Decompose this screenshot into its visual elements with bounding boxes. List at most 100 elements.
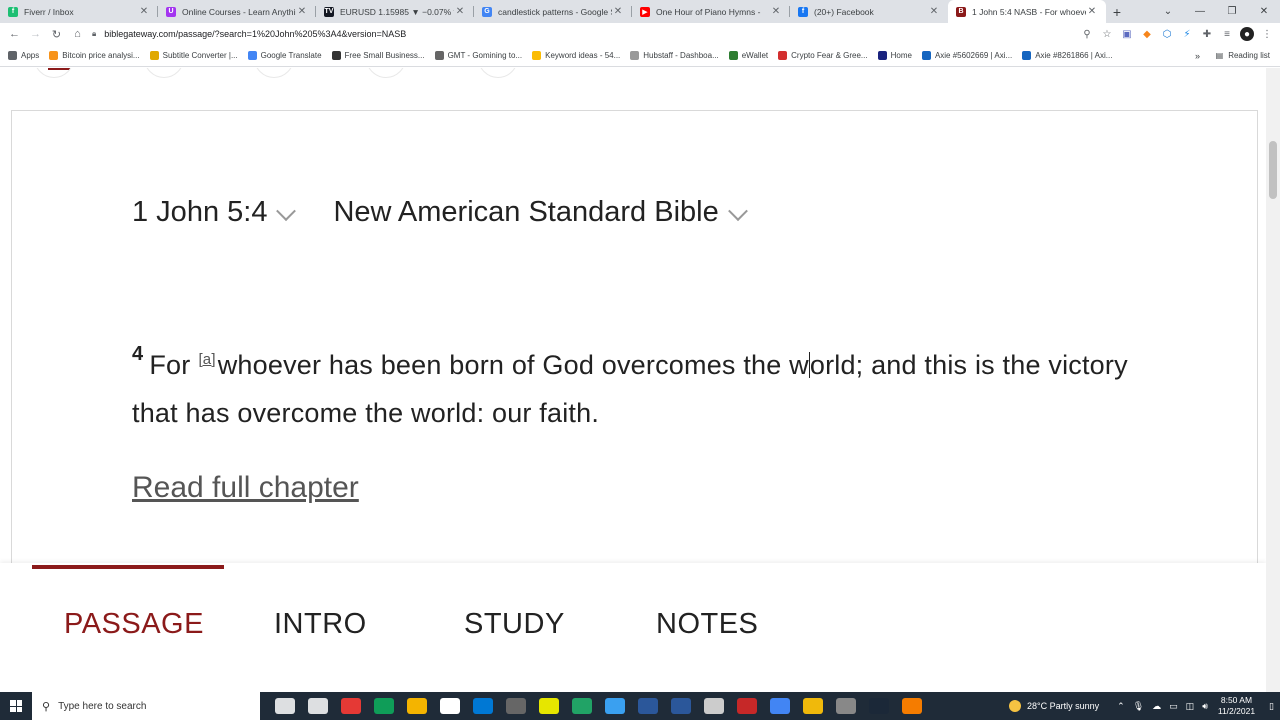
- scrollbar-thumb[interactable]: [1269, 141, 1277, 199]
- version-dropdown[interactable]: New American Standard Bible: [333, 196, 748, 229]
- taskbar-app-icon[interactable]: [472, 698, 493, 714]
- close-tab-icon[interactable]: ✕: [1086, 6, 1098, 17]
- reading-list-button[interactable]: ▤ Reading list: [1216, 51, 1270, 60]
- bookmark-item[interactable]: eWallet: [728, 51, 768, 60]
- nav-circle[interactable]: [144, 68, 184, 78]
- taskbar-app-icon[interactable]: [670, 698, 691, 714]
- taskbar-app-icon[interactable]: [505, 698, 526, 714]
- taskbar-app-icon[interactable]: [274, 698, 295, 714]
- close-tab-icon[interactable]: ✕: [770, 6, 782, 17]
- battery-icon[interactable]: ▭: [1169, 701, 1178, 712]
- bookmark-item[interactable]: Apps: [8, 51, 39, 60]
- browser-tab[interactable]: Gcandlestick patterns - Google Se ✕: [474, 0, 632, 23]
- taskbar-app-icon[interactable]: [835, 698, 856, 714]
- browser-tab[interactable]: TV EURUSD 1.15985 ▼ −0.07% fibo✕: [316, 0, 474, 23]
- lock-icon[interactable]: 🔒︎: [92, 29, 96, 39]
- taskbar-app-icon[interactable]: [802, 698, 823, 714]
- taskbar-app-icon[interactable]: [538, 698, 559, 714]
- puzzle-icon[interactable]: ✚: [1200, 27, 1214, 41]
- menu-icon[interactable]: ⋮: [1260, 27, 1274, 41]
- taskbar-app-icon[interactable]: [736, 698, 757, 714]
- shield-extension-icon[interactable]: ⬡: [1160, 27, 1174, 41]
- more-bookmarks-icon[interactable]: »: [1195, 51, 1200, 61]
- read-full-chapter-link[interactable]: Read full chapter: [132, 471, 359, 505]
- bookmark-item[interactable]: Crypto Fear & Gree...: [778, 51, 868, 60]
- close-tab-icon[interactable]: ✕: [138, 6, 150, 17]
- page-scrollbar[interactable]: [1266, 68, 1280, 692]
- browser-tab[interactable]: B 1 John 5:4 NASB - For whoever h✕: [948, 0, 1106, 23]
- close-tab-icon[interactable]: ✕: [296, 6, 308, 17]
- cloud-icon[interactable]: ☁︎: [1152, 701, 1161, 712]
- weather-widget[interactable]: 28°C Partly sunny: [1009, 700, 1099, 712]
- start-button[interactable]: [0, 692, 32, 720]
- browser-tab[interactable]: ▶ One Hour of Piano Hymns - ✕: [632, 0, 790, 23]
- footnote-link[interactable]: [a]: [198, 351, 215, 368]
- tab-notes[interactable]: NOTES: [656, 608, 758, 641]
- taskbar-apps: [268, 698, 928, 714]
- taskbar-app-icon[interactable]: [373, 698, 394, 714]
- clock[interactable]: 8:50 AM 11/2/2021: [1218, 695, 1255, 717]
- profile-avatar[interactable]: ●: [1240, 27, 1254, 41]
- close-tab-icon[interactable]: ✕: [612, 6, 624, 17]
- chevron-up-icon[interactable]: ⌃: [1117, 701, 1125, 712]
- taskbar-search[interactable]: ⚲ Type here to search: [32, 692, 260, 720]
- nav-circle[interactable]: [478, 68, 518, 78]
- tab-passage[interactable]: PASSAGE: [64, 608, 204, 641]
- back-icon[interactable]: ←: [4, 28, 25, 40]
- reload-icon[interactable]: ↻: [46, 28, 67, 41]
- media-icon[interactable]: ≡: [1220, 27, 1234, 41]
- nav-circle[interactable]: [34, 68, 74, 78]
- bookmark-item[interactable]: Keyword ideas - 54...: [532, 51, 620, 60]
- address-bar[interactable]: 🔒︎ biblegateway.com/passage/?search=1%20…: [92, 25, 1102, 43]
- browser-tab[interactable]: f Fiverr / Inbox ✕: [0, 0, 158, 23]
- taskbar-app-icon[interactable]: [439, 698, 460, 714]
- bookmark-item[interactable]: Axie #5602669 | Axi...: [921, 51, 1012, 60]
- volume-icon[interactable]: 🔊︎: [1202, 701, 1208, 712]
- bookmark-item[interactable]: Home: [877, 51, 912, 60]
- reference-dropdown[interactable]: 1 John 5:4: [132, 196, 297, 229]
- nav-circle[interactable]: [366, 68, 406, 78]
- bookmark-item[interactable]: Free Small Business...: [331, 51, 425, 60]
- close-window-button[interactable]: ✕: [1248, 6, 1280, 17]
- taskbar-app-icon[interactable]: [406, 698, 427, 714]
- bookmark-item[interactable]: Axie #8261866 | Axi...: [1022, 51, 1112, 60]
- taskbar-app-icon[interactable]: [604, 698, 625, 714]
- tab-search-icon[interactable]: ⌄: [1152, 6, 1184, 17]
- taskbar-app-icon[interactable]: [307, 698, 328, 714]
- bookmark-favicon-icon: [1022, 51, 1032, 60]
- bookmark-item[interactable]: Google Translate: [247, 51, 322, 60]
- new-tab-button[interactable]: +: [1106, 0, 1128, 23]
- bookmark-label: Bitcoin price analysi...: [62, 51, 140, 60]
- bookmark-item[interactable]: GMT - Gomining to...: [434, 51, 522, 60]
- metamask-icon[interactable]: ◆: [1140, 27, 1154, 41]
- forward-icon[interactable]: →: [25, 28, 46, 40]
- mic-icon[interactable]: 🎙︎: [1133, 701, 1144, 712]
- taskbar-app-icon[interactable]: [340, 698, 361, 714]
- home-icon[interactable]: ⌂: [67, 28, 88, 40]
- close-tab-icon[interactable]: ✕: [928, 6, 940, 17]
- taskbar-app-icon[interactable]: [901, 698, 922, 714]
- minimize-button[interactable]: —: [1184, 6, 1216, 17]
- network-icon[interactable]: ◫: [1186, 701, 1195, 712]
- tab-study[interactable]: STUDY: [464, 608, 565, 641]
- tab-intro[interactable]: INTRO: [274, 608, 367, 641]
- tab-favicon-icon: ▶: [640, 6, 650, 17]
- close-tab-icon[interactable]: ✕: [454, 6, 466, 17]
- maximize-button[interactable]: ❐: [1216, 6, 1248, 17]
- star-icon[interactable]: ☆: [1100, 27, 1114, 41]
- zoom-icon[interactable]: ⚲: [1080, 27, 1094, 41]
- taskbar-app-icon[interactable]: [703, 698, 724, 714]
- bookmark-item[interactable]: Hubstaff - Dashboa...: [630, 51, 719, 60]
- taskbar-app-icon[interactable]: [769, 698, 790, 714]
- bookmark-item[interactable]: Subtitle Converter |...: [149, 51, 238, 60]
- bookmark-item[interactable]: Bitcoin price analysi...: [49, 51, 140, 60]
- nav-circle[interactable]: [254, 68, 294, 78]
- taskbar-app-icon[interactable]: [868, 698, 889, 714]
- extension-icon-2[interactable]: ⚡︎: [1180, 27, 1194, 41]
- notifications-icon[interactable]: ▯: [1269, 701, 1274, 712]
- extension-icon[interactable]: ▣: [1120, 27, 1134, 41]
- browser-tab[interactable]: f (20+) Facebook ✕: [790, 0, 948, 23]
- browser-tab[interactable]: U Online Courses - Learn Anything ✕: [158, 0, 316, 23]
- taskbar-app-icon[interactable]: [637, 698, 658, 714]
- taskbar-app-icon[interactable]: [571, 698, 592, 714]
